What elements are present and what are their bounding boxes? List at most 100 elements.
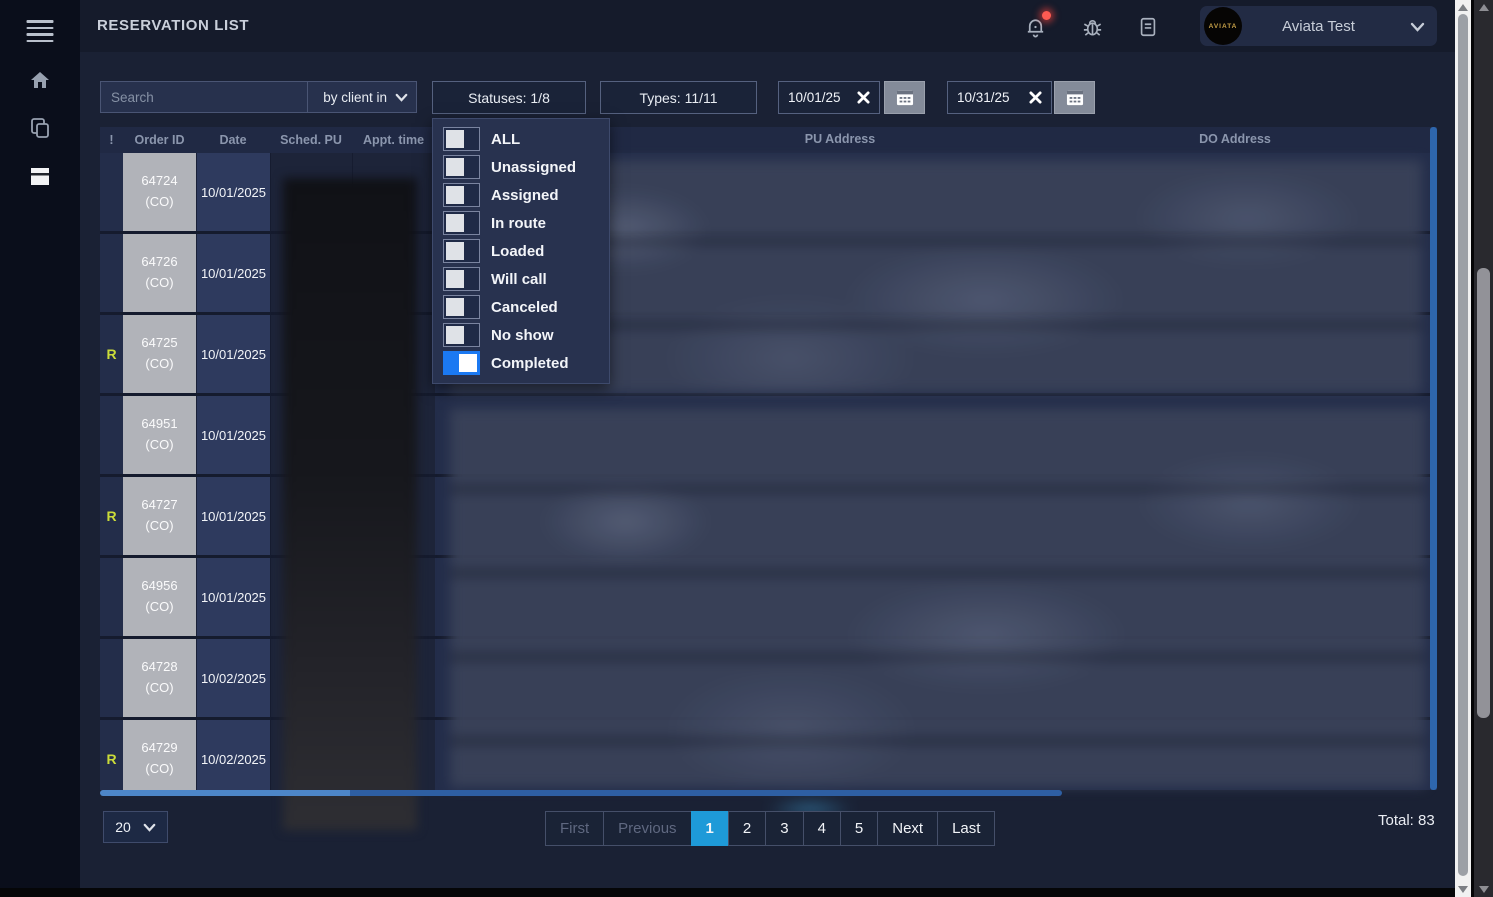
header-date[interactable]: Date bbox=[196, 133, 270, 147]
statuses-filter-label: Statuses: 1/8 bbox=[468, 89, 550, 106]
order-id-cell: 64729 (CO) bbox=[123, 720, 196, 790]
date-cell: 10/01/2025 bbox=[196, 477, 270, 555]
order-id: 64951 bbox=[141, 416, 178, 432]
date-to-input[interactable]: 10/31/25 bbox=[947, 81, 1052, 114]
status-option[interactable]: Will call bbox=[433, 265, 609, 293]
header-do-address[interactable]: DO Address bbox=[1199, 132, 1271, 146]
topbar: RESERVATION LIST AVIATA Aviata Test bbox=[80, 0, 1455, 52]
order-id-cell: 64724 (CO) bbox=[123, 153, 196, 231]
status-toggle[interactable] bbox=[443, 351, 480, 375]
scrollbar-thumb[interactable] bbox=[1458, 14, 1468, 876]
pagination-button[interactable]: 1 bbox=[690, 811, 729, 846]
calendar-icon[interactable] bbox=[884, 81, 925, 114]
status-option[interactable]: Unassigned bbox=[433, 153, 609, 181]
clear-date-icon[interactable] bbox=[1029, 91, 1042, 104]
scroll-up-arrow[interactable] bbox=[1458, 4, 1468, 11]
status-option[interactable]: No show bbox=[433, 321, 609, 349]
date-cell: 10/01/2025 bbox=[196, 234, 270, 312]
status-option[interactable]: Loaded bbox=[433, 237, 609, 265]
alert-flag bbox=[100, 639, 123, 717]
status-toggle[interactable] bbox=[443, 211, 480, 235]
order-id: 64729 bbox=[141, 740, 178, 756]
scrollbar-thumb[interactable] bbox=[1477, 268, 1490, 718]
status-option[interactable]: Canceled bbox=[433, 293, 609, 321]
page-size-select[interactable]: 20 bbox=[103, 811, 168, 843]
pagination-button[interactable]: First bbox=[545, 811, 605, 846]
status-toggle[interactable] bbox=[443, 295, 480, 319]
order-id-cell: 64727 (CO) bbox=[123, 477, 196, 555]
status-toggle[interactable] bbox=[443, 239, 480, 263]
archive-box-icon[interactable] bbox=[28, 164, 52, 193]
status-toggle[interactable] bbox=[443, 183, 480, 207]
pagination: First Previous 1 2 3 4 5 Next Last bbox=[545, 811, 996, 846]
pagination-button[interactable]: 3 bbox=[765, 811, 804, 846]
outer-vertical-scrollbar[interactable] bbox=[1474, 0, 1493, 897]
status-toggle[interactable] bbox=[443, 127, 480, 151]
header-sched-pu[interactable]: Sched. PU bbox=[270, 133, 352, 147]
header-order-id[interactable]: Order ID bbox=[123, 133, 196, 147]
notification-bell-icon[interactable] bbox=[1024, 11, 1051, 39]
status-option-label: Loaded bbox=[491, 242, 545, 260]
alert-flag: R bbox=[106, 346, 117, 362]
pagination-button[interactable]: Last bbox=[937, 811, 996, 846]
status-option[interactable]: Completed bbox=[433, 349, 609, 377]
pagination-button[interactable]: Previous bbox=[603, 811, 692, 846]
status-option-label: Unassigned bbox=[491, 158, 577, 176]
status-option[interactable]: ALL bbox=[433, 125, 609, 153]
calendar-icon[interactable] bbox=[1054, 81, 1095, 114]
header-appt-time[interactable]: Appt. time bbox=[352, 133, 435, 147]
status-option-label: Canceled bbox=[491, 298, 558, 316]
status-option[interactable]: In route bbox=[433, 209, 609, 237]
status-option-label: In route bbox=[491, 214, 546, 232]
header-pu-address[interactable]: PU Address bbox=[805, 132, 875, 146]
statuses-filter-button[interactable]: Statuses: 1/8 bbox=[432, 81, 586, 114]
search-by-value: by client in bbox=[323, 89, 387, 105]
table-header: ! Order ID Date Sched. PU Appt. time PU … bbox=[100, 127, 1437, 153]
copy-documents-icon[interactable] bbox=[28, 116, 52, 145]
statuses-dropdown: ALL Unassigned Assigned In route Loaded bbox=[432, 118, 610, 384]
status-option-label: Will call bbox=[491, 270, 547, 288]
pagination-button[interactable]: 4 bbox=[802, 811, 841, 846]
table-vertical-scrollbar[interactable] bbox=[1430, 127, 1437, 790]
redacted-data-region bbox=[450, 408, 1425, 820]
scroll-down-arrow[interactable] bbox=[1478, 886, 1489, 893]
account-switcher[interactable]: AVIATA Aviata Test bbox=[1200, 6, 1437, 46]
status-toggle[interactable] bbox=[443, 155, 480, 179]
status-option[interactable]: Assigned bbox=[433, 181, 609, 209]
date-cell: 10/01/2025 bbox=[196, 153, 270, 231]
order-id: 64727 bbox=[141, 497, 178, 513]
bug-report-icon[interactable] bbox=[1081, 15, 1105, 39]
status-toggle[interactable] bbox=[443, 267, 480, 291]
status-option-label: No show bbox=[491, 326, 554, 344]
search-by-select[interactable]: by client in bbox=[307, 81, 417, 113]
home-icon[interactable] bbox=[28, 68, 52, 97]
inner-vertical-scrollbar[interactable] bbox=[1455, 0, 1471, 897]
search-input[interactable] bbox=[100, 81, 307, 113]
status-toggle[interactable] bbox=[443, 323, 480, 347]
alert-flag: R bbox=[106, 751, 117, 767]
clear-date-icon[interactable] bbox=[857, 91, 870, 104]
bottom-strip bbox=[0, 888, 1455, 897]
date-cell: 10/01/2025 bbox=[196, 315, 270, 393]
order-type: (CO) bbox=[145, 275, 174, 290]
date-from-input[interactable]: 10/01/25 bbox=[778, 81, 880, 114]
main-content: by client in Statuses: 1/8 Types: 11/11 … bbox=[80, 52, 1455, 888]
scroll-down-arrow[interactable] bbox=[1458, 886, 1468, 893]
notification-badge bbox=[1042, 11, 1051, 20]
pagination-button[interactable]: Next bbox=[877, 811, 939, 846]
table-horizontal-scrollbar[interactable] bbox=[100, 790, 1062, 796]
chevron-down-icon bbox=[143, 823, 156, 832]
order-id: 64726 bbox=[141, 254, 178, 270]
header-alert[interactable]: ! bbox=[100, 133, 123, 147]
types-filter-button[interactable]: Types: 11/11 bbox=[600, 81, 757, 114]
order-id-cell: 64728 (CO) bbox=[123, 639, 196, 717]
order-type: (CO) bbox=[145, 518, 174, 533]
scroll-up-arrow[interactable] bbox=[1478, 4, 1489, 11]
document-icon[interactable] bbox=[1137, 15, 1161, 39]
menu-hamburger-icon[interactable] bbox=[26, 16, 54, 46]
pagination-button[interactable]: 5 bbox=[839, 811, 879, 846]
order-id-cell: 64951 (CO) bbox=[123, 396, 196, 474]
pagination-button[interactable]: 2 bbox=[727, 811, 767, 846]
date-from-value: 10/01/25 bbox=[788, 90, 841, 105]
chevron-down-icon bbox=[1410, 22, 1425, 32]
